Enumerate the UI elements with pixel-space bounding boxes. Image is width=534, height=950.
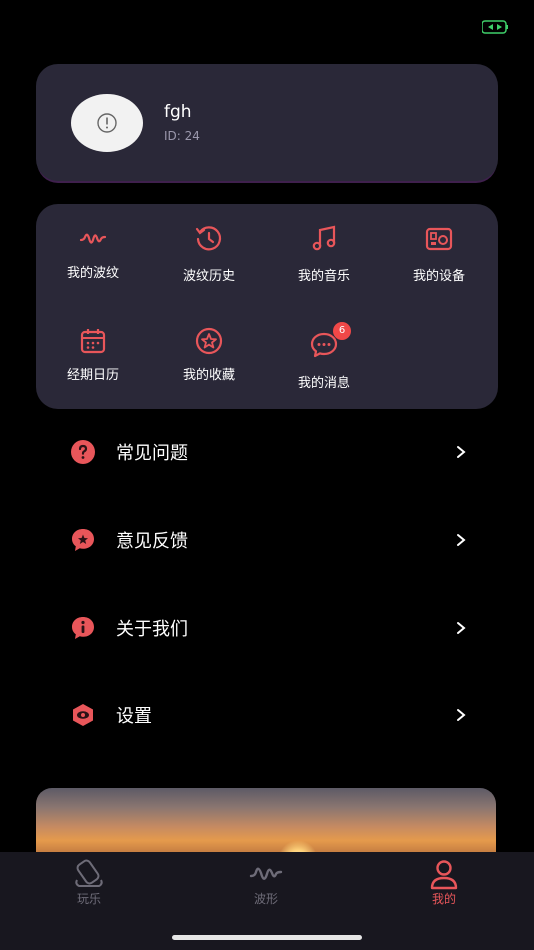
avatar[interactable] [71,94,143,152]
tab-label: 我的 [431,892,456,906]
chevron-right-icon [457,622,466,634]
list-item-label: 常见问题 [116,443,188,464]
menu-item-my-favorites[interactable]: 我的收藏 [159,326,259,383]
music-note-icon [309,224,339,254]
avatar-placeholder-icon [97,113,117,133]
menu-item-label: 我的音乐 [297,269,350,284]
menu-item-label: 经期日历 [66,368,119,383]
tab-mine[interactable]: 我的 [404,858,484,907]
question-icon [70,439,96,465]
menu-item-my-waves[interactable]: 我的波纹 [43,224,143,281]
profile-icon [426,858,462,890]
menu-item-label: 波纹历史 [182,269,235,284]
info-icon [70,615,96,641]
menu-item-label: 我的收藏 [182,368,235,383]
feedback-icon [70,527,96,553]
chevron-right-icon [457,534,466,546]
tab-label: 玩乐 [76,892,101,906]
calendar-icon [78,326,108,356]
list-item-label: 关于我们 [116,619,188,640]
username: fgh [164,102,192,122]
menu-item-label: 我的消息 [297,376,350,391]
play-icon [71,858,107,890]
promo-banner[interactable] [36,788,496,858]
user-id: ID: 24 [164,129,200,143]
menu-item-label: 我的波纹 [66,266,119,281]
unread-badge: 6 [333,322,351,340]
menu-item-wave-history[interactable]: 波纹历史 [159,224,259,284]
list-item-faq[interactable]: 常见问题 [36,427,498,477]
home-indicator [172,935,362,940]
tab-play[interactable]: 玩乐 [49,858,129,907]
feature-menu: 我的波纹 波纹历史 我的音乐 我的设备 经期日历 我的收藏 6 我的消息 [36,204,498,409]
star-icon [194,326,224,356]
chevron-right-icon [457,446,466,458]
menu-item-label: 我的设备 [412,269,465,284]
list-item-feedback[interactable]: 意见反馈 [36,515,498,565]
list-item-settings[interactable]: 设置 [36,690,498,740]
message-icon: 6 [309,322,351,360]
profile-card[interactable]: fgh ID: 24 [36,64,498,181]
device-icon [424,224,454,254]
list-item-label: 意见反馈 [116,531,188,552]
menu-item-my-devices[interactable]: 我的设备 [389,224,489,284]
settings-icon [70,702,96,728]
tab-waveform[interactable]: 波形 [226,858,306,907]
tab-label: 波形 [253,892,278,906]
waveform-icon [248,858,284,890]
wave-icon [78,224,108,254]
history-icon [194,224,224,254]
chevron-right-icon [457,709,466,721]
menu-item-period-calendar[interactable]: 经期日历 [43,326,143,383]
menu-item-my-messages[interactable]: 6 我的消息 [274,322,374,391]
menu-item-my-music[interactable]: 我的音乐 [274,224,374,284]
list-item-label: 设置 [116,706,152,727]
list-item-about-us[interactable]: 关于我们 [36,603,498,653]
battery-charging-icon [482,20,508,34]
